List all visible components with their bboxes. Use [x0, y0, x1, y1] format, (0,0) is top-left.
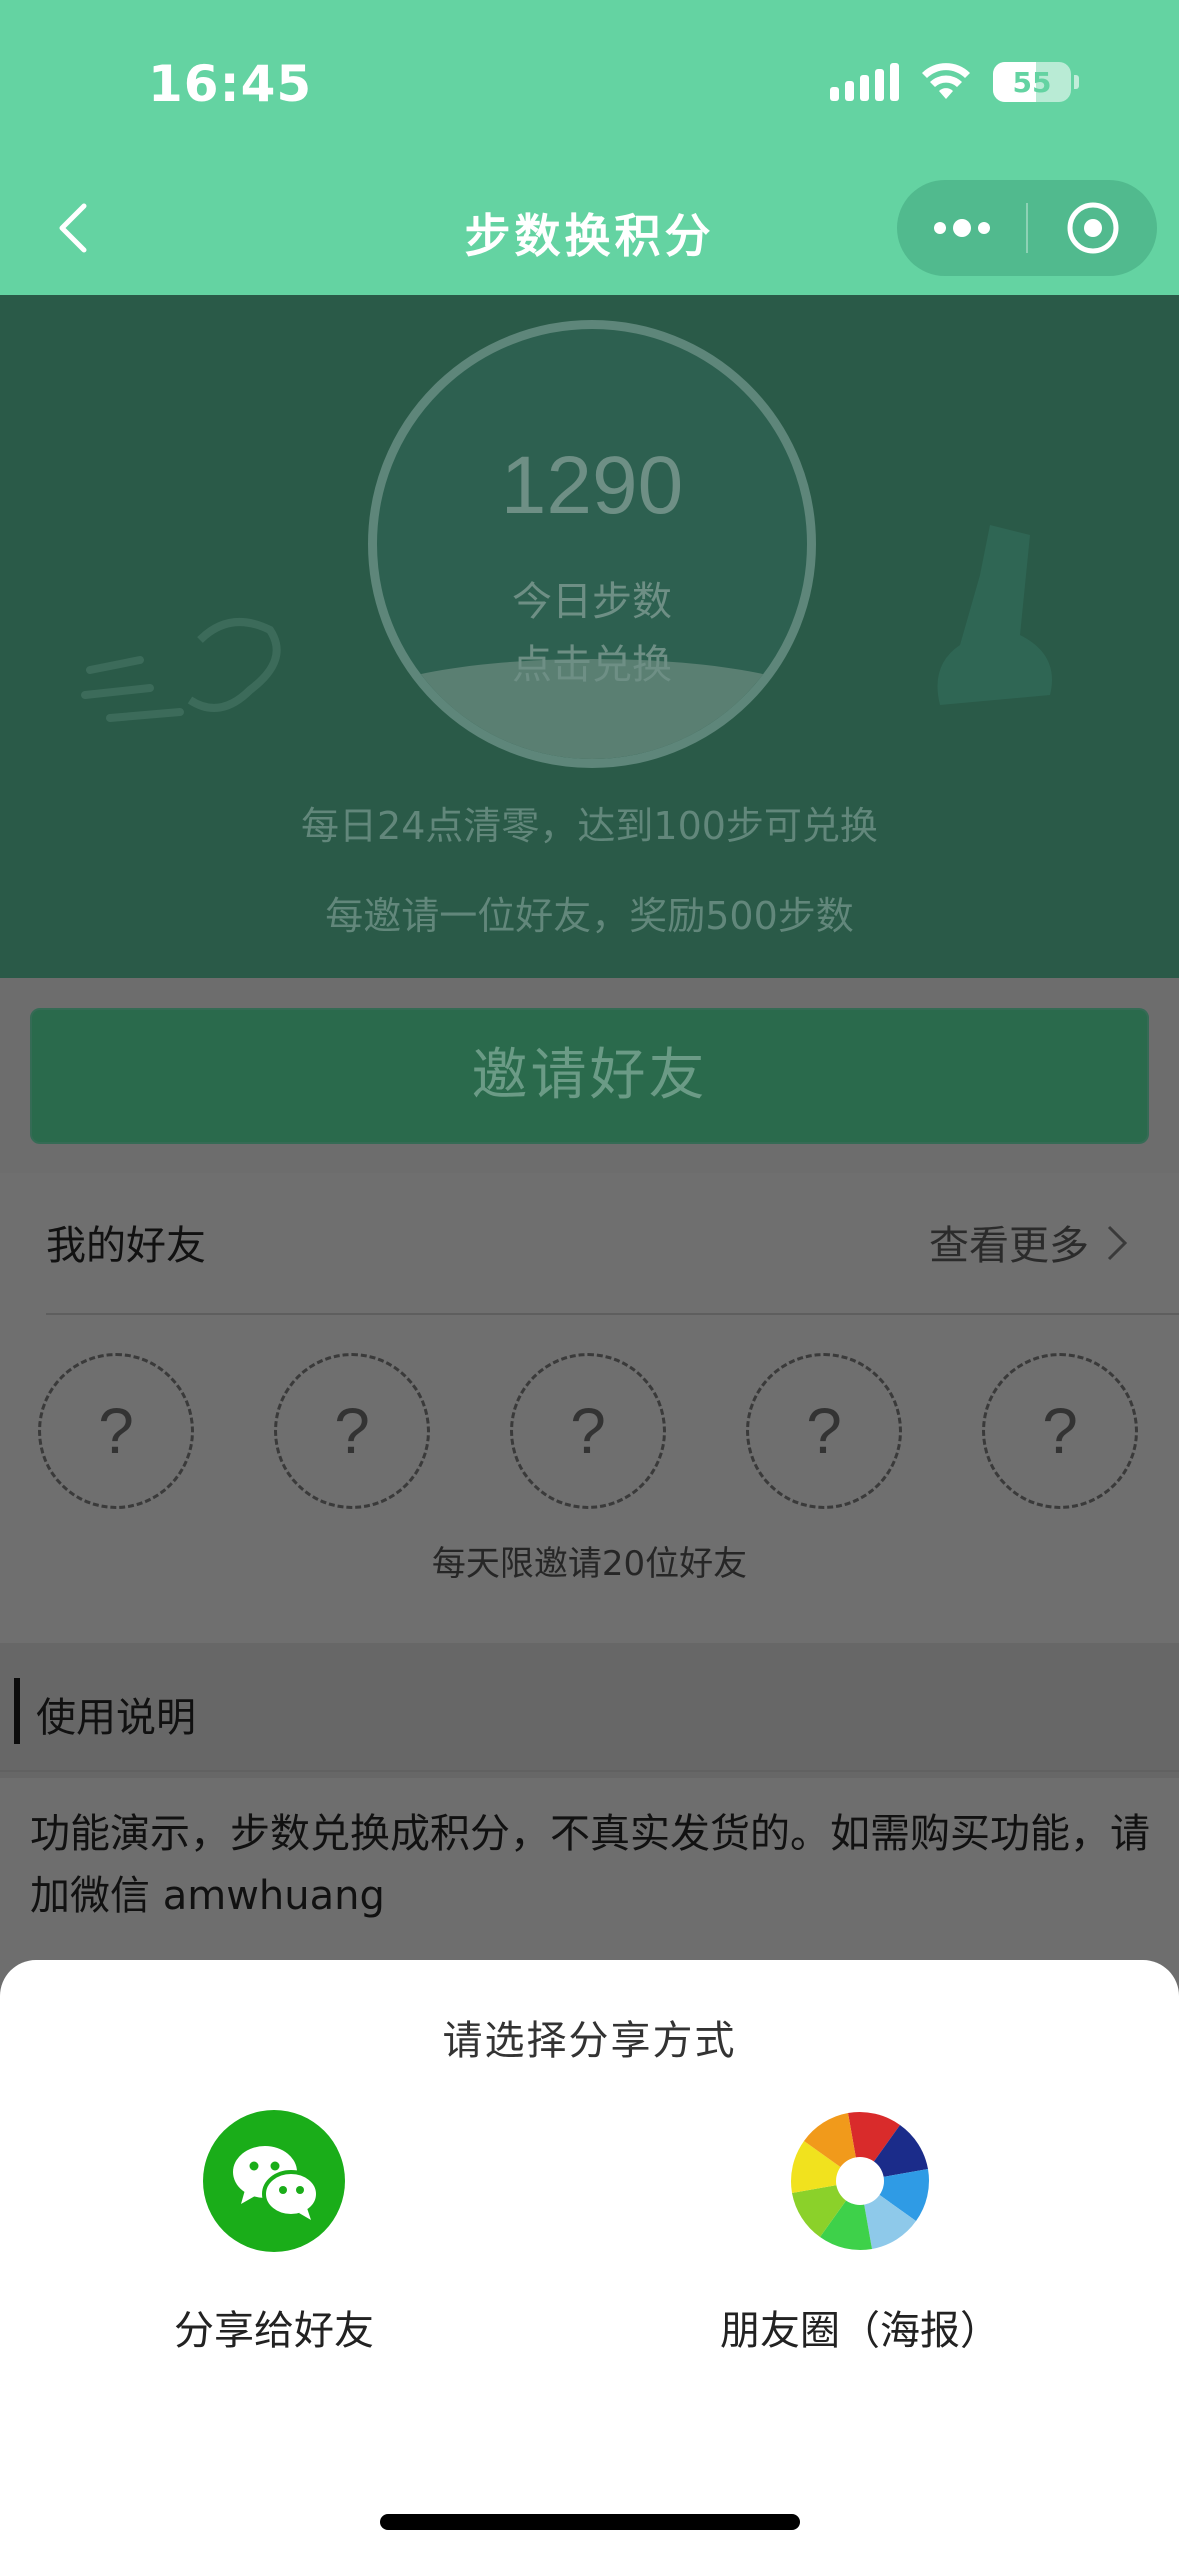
wechat-icon: [203, 2110, 345, 2252]
share-to-moments-label: 朋友圈（海报）: [720, 2308, 1000, 2354]
share-to-friend-label: 分享给好友: [174, 2308, 374, 2354]
share-to-friend-option[interactable]: 分享给好友: [94, 2110, 454, 2356]
battery-level: 55: [1012, 65, 1052, 99]
share-to-moments-option[interactable]: 朋友圈（海报）: [680, 2110, 1040, 2356]
friend-slot[interactable]: ?: [274, 1353, 430, 1509]
share-sheet: 请选择分享方式 分享给好友 朋友圈（海报）: [0, 1960, 1179, 2556]
usage-title: 使用说明: [36, 1695, 196, 1741]
invite-limit-note: 每天限邀请20位好友: [431, 1544, 748, 1584]
reset-rule: 每日24点清零，达到100步可兑换: [301, 804, 878, 848]
friends-title: 我的好友: [46, 1223, 206, 1269]
signal-icon: [830, 63, 899, 101]
close-button[interactable]: [1028, 180, 1157, 276]
friend-slot[interactable]: ?: [510, 1353, 666, 1509]
nav-bar: 步数换积分: [0, 170, 1179, 295]
share-sheet-title: 请选择分享方式: [442, 2018, 737, 2064]
shoe-illustration: [937, 525, 1052, 705]
chevron-right-icon[interactable]: [1105, 1223, 1129, 1263]
status-bar: 16:45 55: [0, 0, 1179, 170]
friend-slot[interactable]: ?: [982, 1353, 1138, 1509]
runner-illustration: [81, 618, 281, 722]
invite-friends-button[interactable]: 邀请好友: [30, 1008, 1149, 1144]
more-dots-icon: [933, 219, 990, 237]
friend-slots: ? ? ? ? ?: [38, 1353, 1138, 1509]
mini-program-capsule: [897, 180, 1157, 276]
friend-slot[interactable]: ?: [38, 1353, 194, 1509]
status-icons: 55: [830, 62, 1079, 102]
battery-icon: 55: [993, 62, 1079, 102]
close-target-icon: [1067, 202, 1118, 254]
status-time: 16:45: [148, 55, 313, 113]
divider: [0, 1770, 1179, 1772]
step-count: 1290: [500, 440, 684, 531]
steps-hero: 1290 今日步数 点击兑换 每日24点清零，达到100步可兑换 每邀请一位好友…: [0, 295, 1179, 978]
step-exchange-circle[interactable]: 1290 今日步数 点击兑换: [368, 320, 816, 768]
view-more-link[interactable]: 查看更多: [929, 1213, 1089, 1271]
invite-rule: 每邀请一位好友，奖励500步数: [325, 894, 854, 938]
moments-icon: [789, 2110, 931, 2252]
friends-section: 我的好友 查看更多 ? ? ? ? ? 每天限邀请20位好友: [0, 1173, 1179, 1643]
section-marker: [14, 1678, 20, 1744]
invite-section: 邀请好友: [0, 978, 1179, 1173]
more-button[interactable]: [897, 180, 1026, 276]
usage-description: 功能演示，步数兑换成积分，不真实发货的。如需购买功能，请加微信 amwhuang: [30, 1811, 1150, 1919]
divider: [46, 1313, 1179, 1315]
exchange-action: 点击兑换: [512, 642, 672, 688]
home-indicator: [380, 2514, 800, 2530]
friend-slot[interactable]: ?: [746, 1353, 902, 1509]
step-label: 今日步数: [512, 579, 672, 625]
wifi-icon: [922, 63, 970, 99]
